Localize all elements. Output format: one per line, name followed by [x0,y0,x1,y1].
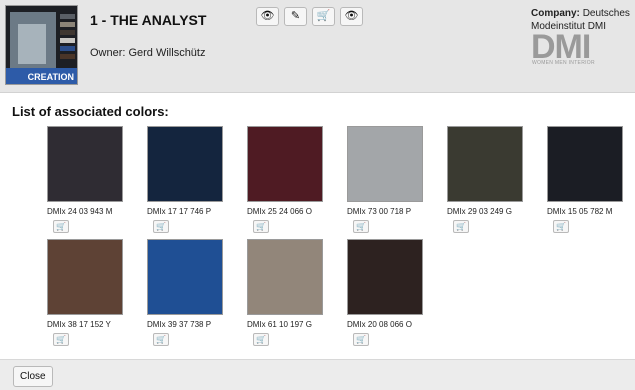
color-code: DMIx 38 17 152 Y [47,320,111,329]
thumbnail-swatch [60,30,75,35]
thumbnail-swatch [60,54,75,59]
add-to-cart-button[interactable]: 🛒 [53,220,69,233]
pencil-icon: ✎ [290,10,301,22]
color-swatch[interactable] [547,126,623,202]
color-swatch[interactable] [47,126,123,202]
edit-button[interactable]: ✎ [284,7,307,26]
cart-button[interactable]: 🛒 [312,7,335,26]
add-to-cart-button[interactable]: 🛒 [153,220,169,233]
owner-line: Owner: Gerd Willschütz [90,47,206,59]
color-item: DMIx 61 10 197 G 🛒 [213,239,323,346]
add-to-cart-button[interactable]: 🛒 [353,220,369,233]
cart-icon: 🛒 [156,335,166,344]
add-to-cart-button[interactable]: 🛒 [253,220,269,233]
color-item: DMIx 38 17 152 Y 🛒 [13,239,123,346]
color-code: DMIx 61 10 197 G [247,320,312,329]
thumbnail-swatch [60,46,75,51]
color-swatch[interactable] [347,126,423,202]
color-item: DMIx 73 00 718 P 🛒 [313,126,423,233]
color-code: DMIx 73 00 718 P [347,207,412,216]
color-swatch[interactable] [147,239,223,315]
close-button[interactable]: Close [13,366,53,387]
thumbnail-figure [18,24,46,64]
header-panel: CREATION 1 - THE ANALYST Owner: Gerd Will… [0,0,635,93]
color-item: DMIx 25 24 066 O 🛒 [213,126,323,233]
colors-section-title: List of associated colors: [12,104,169,119]
color-code: DMIx 20 08 066 O [347,320,412,329]
cart-icon: 🛒 [256,222,266,231]
add-to-cart-button[interactable]: 🛒 [53,333,69,346]
color-item: DMIx 24 03 943 M 🛒 [13,126,123,233]
color-code: DMIx 29 03 249 G [447,207,512,216]
add-to-cart-button[interactable]: 🛒 [453,220,469,233]
color-item: DMIx 17 17 746 P 🛒 [113,126,223,233]
add-to-cart-button[interactable]: 🛒 [553,220,569,233]
color-swatch[interactable] [247,239,323,315]
toolbar: 👁 ✎ 🛒 👁 [256,7,368,26]
collection-thumbnail: CREATION [5,5,78,85]
color-item: DMIx 20 08 066 O 🛒 [313,239,423,346]
eye-slash-icon: 👁 [344,10,359,22]
cart-icon: 🛒 [356,335,366,344]
hide-button[interactable]: 👁 [340,7,363,26]
color-swatch[interactable] [247,126,323,202]
color-code: DMIx 25 24 066 O [247,207,312,216]
color-item: DMIx 39 37 738 P 🛒 [113,239,223,346]
cart-icon: 🛒 [316,10,331,22]
color-code: DMIx 15 05 782 M [547,207,613,216]
eye-icon: 👁 [260,10,275,22]
thumbnail-caption: CREATION [27,72,74,82]
color-swatch[interactable] [47,239,123,315]
cart-icon: 🛒 [156,222,166,231]
add-to-cart-button[interactable]: 🛒 [253,333,269,346]
owner-name: Gerd Willschütz [128,47,206,59]
color-swatch[interactable] [347,239,423,315]
thumbnail-swatch [60,14,75,19]
thumbnail-swatch [60,38,75,43]
cart-icon: 🛒 [556,222,566,231]
color-item: DMIx 15 05 782 M 🛒 [513,126,623,233]
color-code: DMIx 17 17 746 P [147,207,212,216]
color-swatch[interactable] [447,126,523,202]
dmi-logo-subtitle: WOMEN MEN INTERIOR [532,60,595,66]
thumbnail-swatch [60,22,75,27]
cart-icon: 🛒 [56,335,66,344]
cart-icon: 🛒 [256,335,266,344]
color-code: DMIx 24 03 943 M [47,207,113,216]
footer-bar: Close [0,359,635,390]
view-button[interactable]: 👁 [256,7,279,26]
cart-icon: 🛒 [356,222,366,231]
company-label: Company: [531,8,580,19]
color-swatch[interactable] [147,126,223,202]
cart-icon: 🛒 [56,222,66,231]
color-item: DMIx 29 03 249 G 🛒 [413,126,523,233]
owner-label: Owner: [90,47,126,59]
add-to-cart-button[interactable]: 🛒 [353,333,369,346]
color-code: DMIx 39 37 738 P [147,320,212,329]
cart-icon: 🛒 [456,222,466,231]
page-title: 1 - THE ANALYST [90,12,207,28]
add-to-cart-button[interactable]: 🛒 [153,333,169,346]
dmi-logo: DMI [531,28,591,66]
